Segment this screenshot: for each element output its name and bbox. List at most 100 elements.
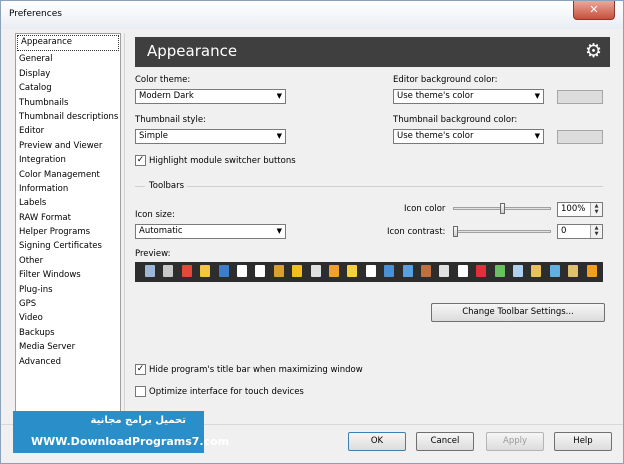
sidebar-item-advanced[interactable]: Advanced	[16, 355, 120, 369]
toolbar-preview-icon	[255, 265, 266, 277]
sidebar-item-catalog[interactable]: Catalog	[16, 81, 120, 95]
sidebar-item-display[interactable]: Display	[16, 67, 120, 81]
toolbar-preview-icon	[476, 265, 487, 277]
watermark-url-text: WWW.DownloadPrograms7.com	[31, 435, 230, 448]
toolbar-preview-icon	[457, 265, 468, 277]
icon-color-spinner[interactable]: 100% ▲ ▼	[557, 202, 603, 217]
ok-button[interactable]: OK	[348, 432, 406, 451]
watermark-overlay: تحميل برامج مجانية WWW.DownloadPrograms7…	[13, 411, 229, 453]
thumb-bg-select[interactable]: Use theme's color ▼	[393, 129, 544, 144]
sidebar-item-raw-format[interactable]: RAW Format	[16, 211, 120, 225]
highlight-switcher-checkbox[interactable]: ✓	[135, 155, 146, 166]
toolbar-preview-icon	[494, 265, 505, 277]
thumb-style-value: Simple	[139, 131, 169, 141]
icon-color-label: Icon color	[404, 204, 446, 214]
sidebar-item-information[interactable]: Information	[16, 182, 120, 196]
toolbar-preview-icon	[421, 265, 431, 277]
sidebar-item-gps[interactable]: GPS	[16, 297, 120, 311]
toolbar-preview-icon	[273, 265, 284, 277]
icon-size-select[interactable]: Automatic ▼	[135, 224, 286, 239]
apply-button[interactable]: Apply	[486, 432, 544, 451]
sidebar-item-thumbnail-descriptions[interactable]: Thumbnail descriptions	[16, 110, 120, 124]
editor-bg-value: Use theme's color	[397, 91, 474, 101]
sidebar-item-signing-certificates[interactable]: Signing Certificates	[16, 239, 120, 253]
icon-size-value: Automatic	[139, 226, 183, 236]
sidebar-item-labels[interactable]: Labels	[16, 196, 120, 210]
sidebar-item-backups[interactable]: Backups	[16, 326, 120, 340]
toolbar-preview-icon	[237, 265, 247, 277]
icon-color-slider-handle[interactable]	[499, 203, 505, 214]
touch-checkbox[interactable]	[135, 386, 146, 397]
icon-contrast-label: Icon contrast:	[387, 227, 446, 237]
toolbar-preview-icon	[586, 265, 597, 277]
page-title: Appearance	[147, 42, 238, 60]
divider	[187, 186, 603, 187]
touch-label: Optimize interface for touch devices	[149, 387, 304, 397]
icon-contrast-slider[interactable]	[453, 230, 551, 233]
color-theme-value: Modern Dark	[139, 91, 194, 101]
preview-label: Preview:	[135, 249, 171, 259]
thumb-bg-swatch[interactable]	[557, 130, 603, 144]
sidebar-item-filter-windows[interactable]: Filter Windows	[16, 268, 120, 282]
toolbar-preview	[135, 262, 603, 282]
color-theme-select[interactable]: Modern Dark ▼	[135, 89, 286, 104]
toolbar-preview-icon	[568, 265, 579, 277]
hide-titlebar-checkbox[interactable]: ✓	[135, 364, 146, 375]
editor-bg-select[interactable]: Use theme's color ▼	[393, 89, 544, 104]
editor-bg-swatch[interactable]	[557, 90, 603, 104]
sidebar-item-other[interactable]: Other	[16, 254, 120, 268]
sidebar-item-appearance[interactable]: Appearance	[17, 35, 119, 52]
chevron-down-icon: ▼	[534, 132, 540, 140]
watermark-arabic-text: تحميل برامج مجانية	[90, 415, 187, 426]
sidebar-item-preview-and-viewer[interactable]: Preview and Viewer	[16, 139, 120, 153]
panel-header: Appearance ⚙	[135, 37, 610, 67]
toolbar-preview-icon	[347, 265, 358, 277]
sidebar-item-general[interactable]: General	[16, 52, 120, 66]
help-button[interactable]: Help	[554, 432, 612, 451]
toolbar-preview-icon	[163, 265, 174, 277]
preferences-window: Preferences ✕ Appearance General Display Ca…	[0, 0, 624, 464]
toolbar-preview-icon	[292, 265, 303, 277]
icon-contrast-slider-handle[interactable]	[453, 226, 458, 237]
sidebar-item-editor[interactable]: Editor	[16, 124, 120, 138]
toolbar-preview-icon	[218, 265, 229, 277]
category-list[interactable]: Appearance General Display Catalog Thumbnail…	[15, 33, 121, 419]
toolbar-preview-icon	[365, 265, 376, 277]
toolbar-preview-icon	[145, 265, 155, 277]
gear-icon: ⚙	[584, 40, 602, 62]
toolbar-preview-icon	[181, 265, 192, 277]
sidebar-item-color-management[interactable]: Color Management	[16, 168, 120, 182]
sidebar-item-media-server[interactable]: Media Server	[16, 340, 120, 354]
toolbar-preview-icon	[549, 265, 560, 277]
highlight-switcher-label: Highlight module switcher buttons	[149, 156, 296, 166]
sidebar-item-integration[interactable]: Integration	[16, 153, 120, 167]
editor-bg-label: Editor background color:	[393, 75, 498, 85]
toolbar-preview-icon	[513, 265, 523, 277]
title-bar: Preferences ✕	[1, 1, 623, 29]
cancel-button[interactable]: Cancel	[416, 432, 474, 451]
sidebar-item-thumbnails[interactable]: Thumbnails	[16, 96, 120, 110]
chevron-down-icon: ▼	[276, 227, 282, 235]
window-title: Preferences	[9, 9, 62, 19]
divider	[135, 186, 145, 187]
toolbar-preview-icon	[200, 265, 211, 277]
toolbars-section-label: Toolbars	[149, 181, 185, 191]
sidebar-item-video[interactable]: Video	[16, 311, 120, 325]
toolbar-preview-icon	[310, 265, 321, 277]
icon-contrast-value: 0	[561, 226, 567, 236]
spinner-arrows-icon[interactable]: ▲ ▼	[590, 225, 602, 238]
close-button[interactable]: ✕	[573, 1, 615, 20]
color-theme-label: Color theme:	[135, 75, 191, 85]
hide-titlebar-label: Hide program's title bar when maximizing…	[149, 365, 363, 375]
sidebar-item-plug-ins[interactable]: Plug-ins	[16, 283, 120, 297]
close-icon: ✕	[589, 3, 599, 16]
icon-contrast-spinner[interactable]: 0 ▲ ▼	[557, 224, 603, 239]
toolbar-preview-icon	[384, 265, 395, 277]
thumb-style-select[interactable]: Simple ▼	[135, 129, 286, 144]
thumb-bg-value: Use theme's color	[397, 131, 474, 141]
spinner-arrows-icon[interactable]: ▲ ▼	[590, 203, 602, 216]
change-toolbar-settings-button[interactable]: Change Toolbar Settings...	[431, 303, 605, 322]
icon-size-label: Icon size:	[135, 210, 175, 220]
thumb-style-label: Thumbnail style:	[135, 115, 206, 125]
sidebar-item-helper-programs[interactable]: Helper Programs	[16, 225, 120, 239]
